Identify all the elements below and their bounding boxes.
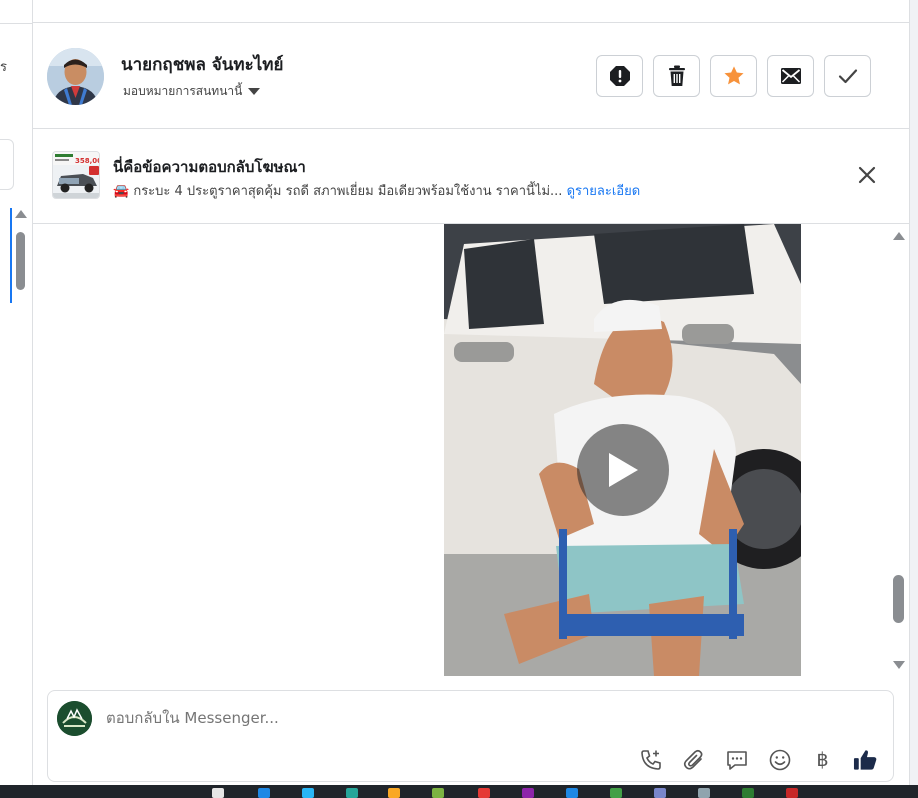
delete-button[interactable] <box>653 55 700 97</box>
payment-button[interactable]: ฿ <box>810 747 835 772</box>
envelope-icon <box>780 68 801 84</box>
check-icon <box>838 69 857 84</box>
thumbs-up-icon <box>853 749 877 770</box>
spam-button[interactable] <box>596 55 643 97</box>
message-composer: ฿ <box>47 690 894 782</box>
ad-thumbnail-price: 358,000 <box>75 157 100 165</box>
emoji-button[interactable] <box>767 747 792 772</box>
taskbar-app-icon[interactable] <box>212 788 224 798</box>
taskbar-app-icon[interactable] <box>388 788 400 798</box>
page-avatar <box>57 701 92 736</box>
scroll-down-arrow-icon[interactable] <box>893 661 905 669</box>
scroll-up-arrow-icon[interactable] <box>15 210 27 218</box>
ad-thumbnail[interactable]: 358,000 <box>52 151 100 199</box>
play-icon <box>609 453 638 487</box>
message-thread <box>33 224 909 684</box>
conversation-list-panel: ร <box>0 0 33 785</box>
call-button[interactable] <box>638 747 663 772</box>
divider <box>0 23 32 24</box>
mark-done-button[interactable] <box>824 55 871 97</box>
taskbar-app-icon[interactable] <box>346 788 358 798</box>
message-thread-scrollbar[interactable] <box>891 224 907 676</box>
star-icon <box>723 66 744 85</box>
composer-toolbar: ฿ <box>638 747 878 772</box>
conversation-list-scrollbar[interactable] <box>14 210 28 302</box>
ad-reply-description: 🚘 กระบะ 4 ประตูราคาสุดคุ้ม รถดี สภาพเยี่… <box>113 180 640 201</box>
like-button[interactable] <box>853 747 878 772</box>
ad-details-link[interactable]: ดูรายละเอียด <box>567 184 641 199</box>
scroll-up-arrow-icon[interactable] <box>893 232 905 240</box>
selected-indicator <box>10 208 12 303</box>
taskbar-app-icon[interactable] <box>654 788 666 798</box>
ad-reply-title: นี่คือข้อความตอบกลับโฆษณา <box>113 158 306 176</box>
avatar-photo <box>47 48 104 105</box>
taskbar-app-icon[interactable] <box>742 788 754 798</box>
taskbar-app-icon[interactable] <box>566 788 578 798</box>
contact-name: นายกฤชพล จันทะไทย์ <box>121 55 284 75</box>
assign-label: มอบหมายการสนทนานี้ <box>123 84 243 98</box>
taskbar-app-icon[interactable] <box>522 788 534 798</box>
message-input[interactable] <box>106 709 806 727</box>
saved-replies-button[interactable] <box>724 747 749 772</box>
phone-plus-icon <box>640 749 661 770</box>
alert-octagon-icon <box>609 66 630 86</box>
star-button[interactable] <box>710 55 757 97</box>
conversation-actions <box>596 55 871 97</box>
smiley-icon <box>769 749 790 770</box>
conversation-list-text-fragment: ร <box>0 60 7 75</box>
trash-icon <box>668 65 685 86</box>
taskbar-app-icon[interactable] <box>786 788 798 798</box>
taskbar-app-icon[interactable] <box>610 788 622 798</box>
conversation-list-card[interactable] <box>0 139 14 190</box>
os-taskbar <box>0 785 918 798</box>
scroll-thumb[interactable] <box>893 575 904 623</box>
paperclip-icon <box>683 749 702 770</box>
conversation-header: นายกฤชพล จันทะไทย์ มอบหมายการสนทนานี้ <box>33 24 909 129</box>
chat-bubble-icon <box>726 750 747 770</box>
close-banner-button[interactable] <box>857 165 877 185</box>
taskbar-app-icon[interactable] <box>258 788 270 798</box>
messenger-inbox: ร นายกฤชพล จันทะไทย์ มอบหมายการสนทนานี้ … <box>0 0 918 798</box>
top-strip <box>33 0 910 23</box>
caret-down-icon <box>248 88 261 95</box>
ad-thumbnail-image: 358,000 <box>53 152 100 198</box>
play-button[interactable] <box>577 424 669 516</box>
assign-conversation-dropdown[interactable]: มอบหมายการสนทนานี้ <box>123 82 261 101</box>
mark-unread-button[interactable] <box>767 55 814 97</box>
ad-description-text: 🚘 กระบะ 4 ประตูราคาสุดคุ้ม รถดี สภาพเยี่… <box>113 184 563 199</box>
ad-reply-banner: 358,000 นี่คือข้อความตอบกลับโฆษณา 🚘 กระบ… <box>33 129 909 224</box>
close-icon <box>858 166 876 184</box>
page-logo <box>57 701 92 736</box>
scroll-thumb[interactable] <box>16 232 25 290</box>
taskbar-app-icon[interactable] <box>432 788 444 798</box>
avatar[interactable] <box>47 48 104 105</box>
right-edge <box>909 0 918 785</box>
baht-icon: ฿ <box>816 748 829 771</box>
attach-button[interactable] <box>681 747 706 772</box>
taskbar-app-icon[interactable] <box>698 788 710 798</box>
taskbar-app-icon[interactable] <box>302 788 314 798</box>
video-message[interactable] <box>444 224 801 676</box>
taskbar-app-icon[interactable] <box>478 788 490 798</box>
